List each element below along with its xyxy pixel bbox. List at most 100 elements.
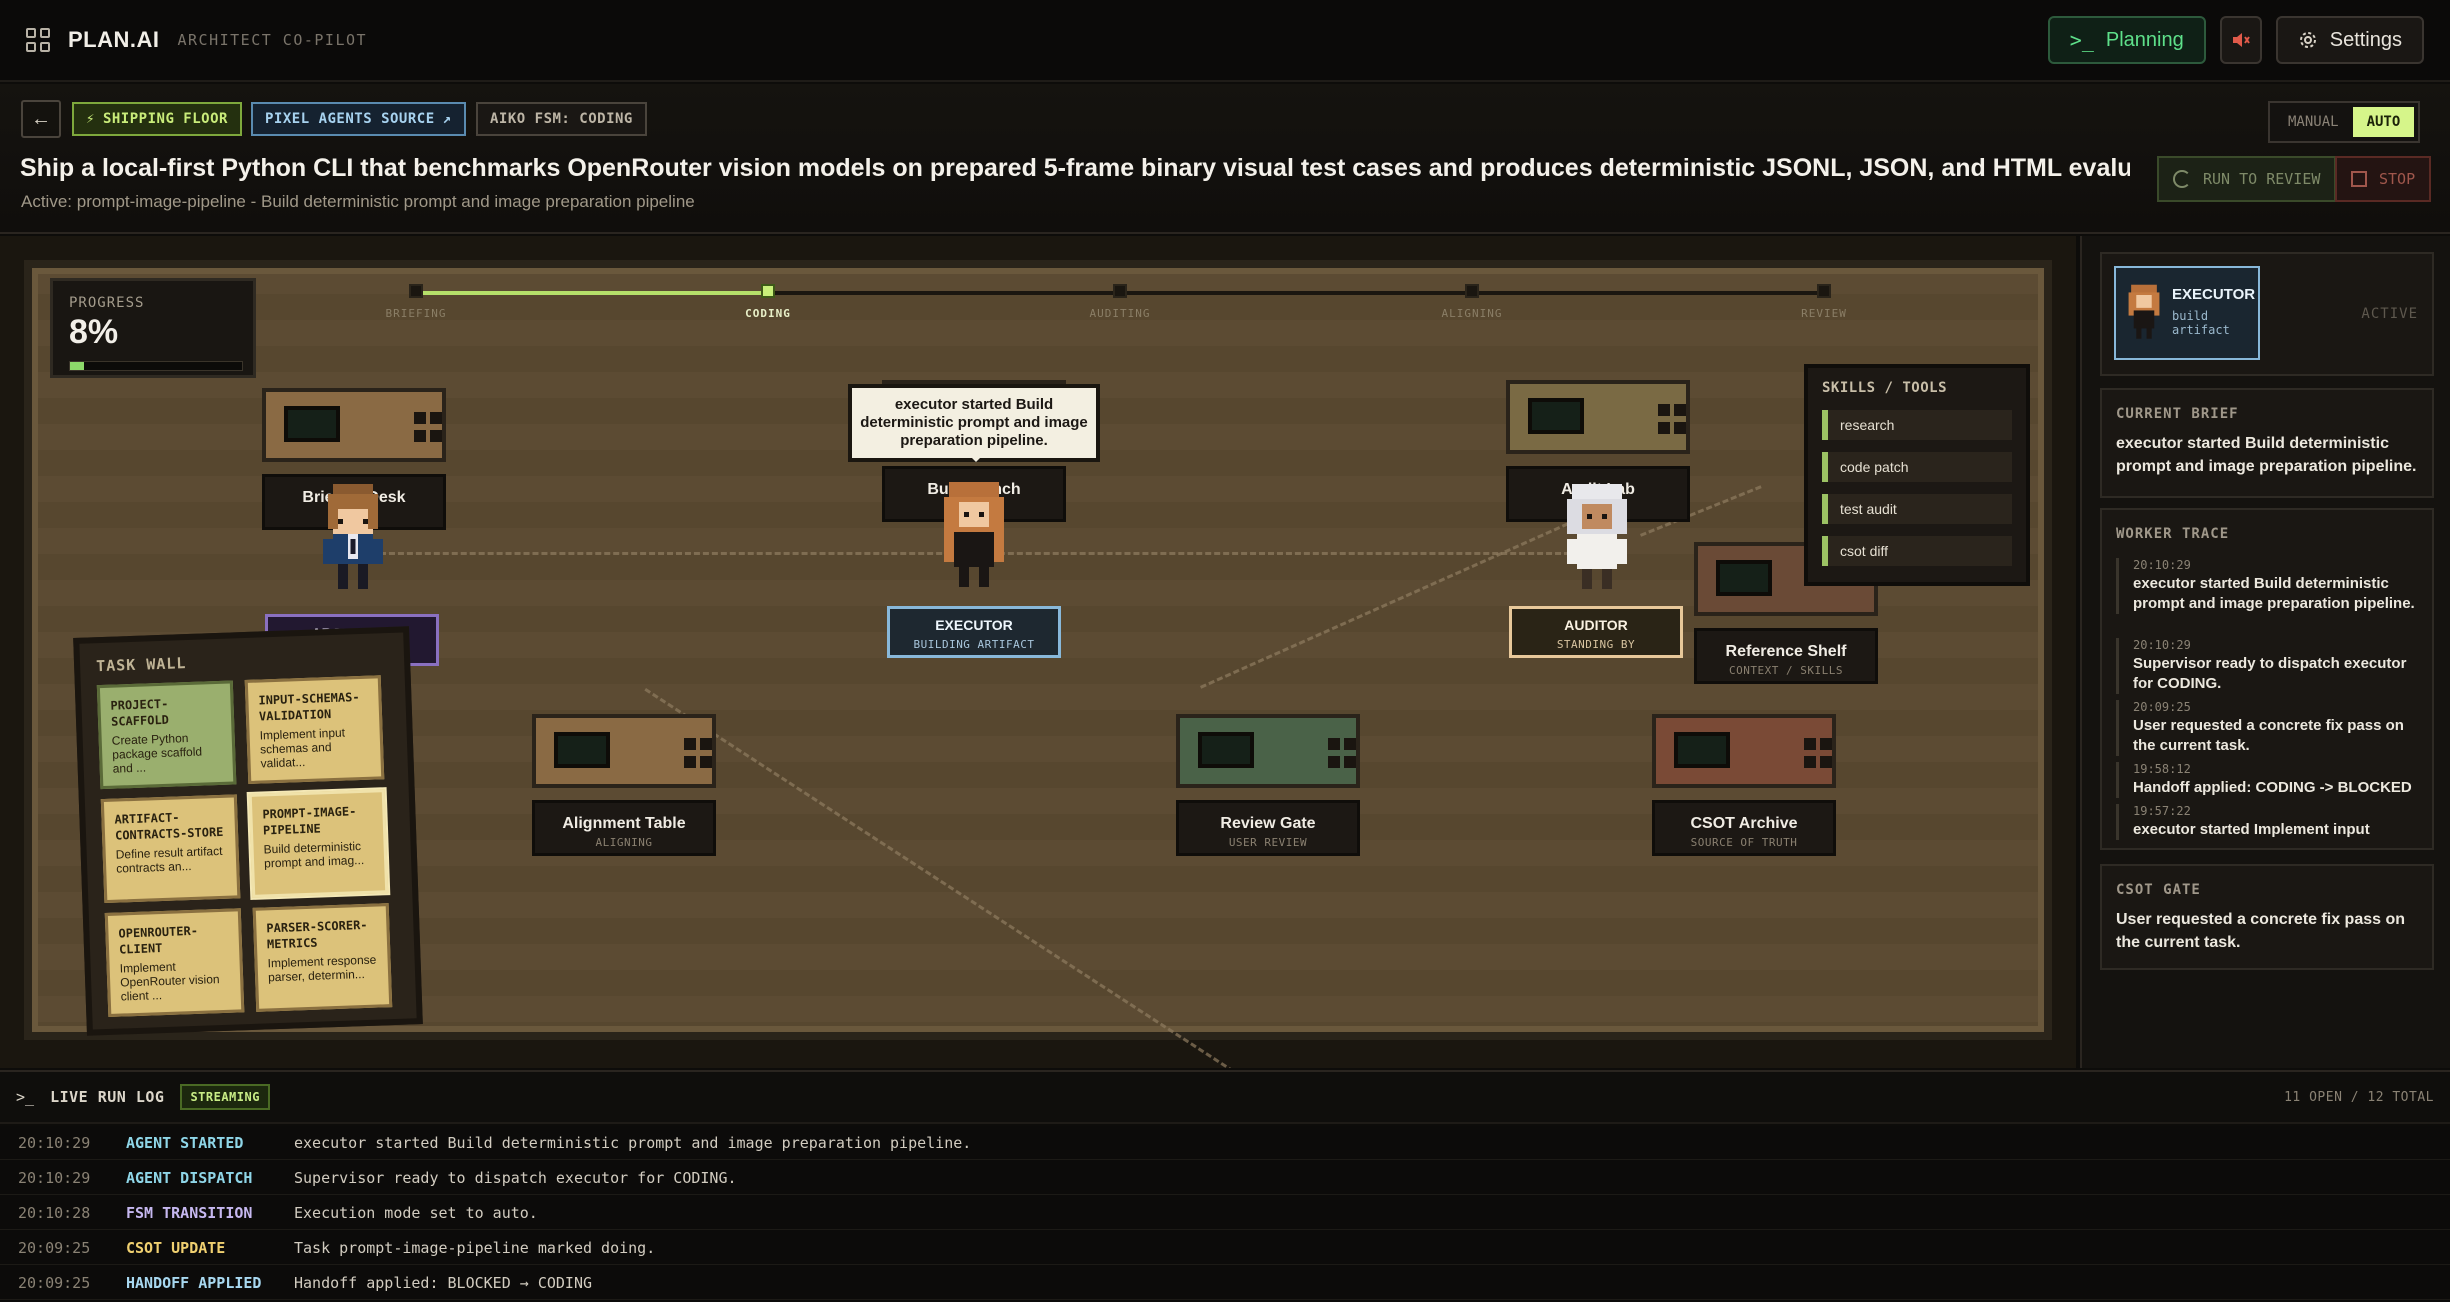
alignment-table-plate[interactable]: Alignment Table ALIGNING [532, 800, 716, 856]
architect-sprite[interactable] [318, 484, 388, 594]
skill-item[interactable]: code patch [1822, 452, 2012, 482]
skill-item[interactable]: research [1822, 410, 2012, 440]
auditor-sprite[interactable] [1562, 484, 1632, 594]
trace-text: User requested a concrete fix pass on th… [2133, 717, 2404, 754]
task-note[interactable]: ARTIFACT-CONTRACTS-STORE Define result ar… [100, 794, 241, 904]
skill-item[interactable]: test audit [1822, 494, 2012, 524]
active-agent-chip[interactable]: EXECUTOR build artifact [2114, 266, 2260, 360]
task-note-title: OPENROUTER-CLIENT [118, 923, 199, 957]
gear-icon [2299, 32, 2316, 48]
skill-item[interactable]: csot diff [1822, 536, 2012, 566]
speaker-muted-icon [2232, 33, 2250, 47]
run-to-review-button[interactable]: RUN TO REVIEW [2157, 156, 2337, 202]
planning-label: Planning [2105, 28, 2184, 51]
stage-label-briefing: BRIEFING [385, 307, 447, 320]
task-note[interactable]: INPUT-SCHEMAS-VALIDATION Implement input … [244, 675, 385, 784]
stage-label-review: REVIEW [1801, 307, 1847, 320]
progress-bar-fill [70, 362, 84, 370]
trace-time: 20:10:29 [2133, 638, 2191, 652]
trace-item: 19:58:12 Handoff applied: CODING -> BLOCK… [2116, 762, 2422, 798]
log-title: LIVE RUN LOG [50, 1088, 165, 1106]
trace-text: Handoff applied: CODING -> BLOCKED [2133, 779, 2412, 796]
current-brief-box: CURRENT BRIEF executor started Build det… [2100, 388, 2434, 498]
pixel-agents-source-link[interactable]: PIXEL AGENTS SOURCE ↗ [251, 102, 466, 136]
trace-item: 20:10:29 Supervisor ready to dispatch exe… [2116, 638, 2422, 694]
log-row: 20:09:25 CSOT UPDATE Task prompt-image-pip… [0, 1231, 2450, 1265]
active-agent-status: ACTIVE [2361, 306, 2418, 322]
csot-archive-model [1652, 714, 1836, 788]
review-gate-plate[interactable]: Review Gate USER REVIEW [1176, 800, 1360, 856]
stage-label-aligning: ALIGNING [1441, 307, 1503, 320]
executor-card[interactable]: EXECUTOR BUILDING ARTIFACT [887, 606, 1061, 658]
top-bar: PLAN.AI ARCHITECT CO-PILOT >_ Planning S… [0, 0, 2450, 82]
task-note-title: PARSER-SCORER-METRICS [266, 917, 368, 952]
executor-status: BUILDING ARTIFACT [913, 638, 1035, 651]
briefing-desk-model [262, 388, 446, 462]
current-brief-title: CURRENT BRIEF [2116, 406, 2239, 422]
execution-mode-toggle[interactable]: MANUAL AUTO [2268, 101, 2421, 143]
csot-archive-title: CSOT Archive [1690, 815, 1798, 832]
reference-shelf-title: Reference Shelf [1725, 643, 1847, 660]
shipping-floor-tag[interactable]: ⚡ SHIPPING FLOOR [72, 102, 242, 136]
review-gate-model [1176, 714, 1360, 788]
shipping-floor-label: SHIPPING FLOOR [102, 111, 228, 127]
back-button[interactable]: ← [21, 100, 61, 138]
log-event: FSM TRANSITION [126, 1203, 253, 1222]
worker-trace-title: WORKER TRACE [2116, 526, 2230, 542]
csot-gate-text: User requested a concrete fix pass on th… [2116, 911, 2405, 951]
task-note-desc: Implement input schemas and validat... [259, 725, 346, 771]
task-note[interactable]: PROJECT-SCAFFOLD Create Python package sc… [96, 680, 237, 790]
progress-value: 8% [69, 313, 119, 351]
log-header: >_ LIVE RUN LOG STREAMING 11 OPEN / 12 T… [0, 1070, 2450, 1124]
stage-label-auditing: AUDITING [1089, 307, 1151, 320]
trace-time: 19:57:22 [2133, 804, 2191, 818]
task-note[interactable]: OPENROUTER-CLIENT Implement OpenRouter vi… [104, 908, 245, 1017]
trace-text: executor started Implement input [2133, 821, 2370, 838]
review-gate-sub: USER REVIEW [1228, 836, 1308, 849]
auditor-card[interactable]: AUDITOR STANDING BY [1509, 606, 1683, 658]
stop-button[interactable]: STOP [2335, 156, 2432, 202]
mode-auto-option[interactable]: AUTO [2352, 107, 2415, 137]
task-note-desc: Create Python package scaffold and ... [111, 731, 203, 776]
stop-label: STOP [2379, 170, 2416, 188]
planning-button[interactable]: >_ Planning [2047, 16, 2206, 64]
log-row: 20:09:25 HANDOFF APPLIED Handoff applied: … [0, 1266, 2450, 1300]
spinner-icon [2173, 170, 2191, 188]
mission-header: ← ⚡ SHIPPING FLOOR PIXEL AGENTS SOURCE ↗… [0, 84, 2450, 234]
progress-label: PROGRESS [69, 295, 145, 311]
task-note-desc: Implement OpenRouter vision client ... [119, 959, 220, 1004]
trace-item: 19:57:22 executor started Implement input [2116, 804, 2422, 840]
mode-manual-option[interactable]: MANUAL [2274, 107, 2353, 137]
csot-archive-plate[interactable]: CSOT Archive SOURCE OF TRUTH [1652, 800, 1836, 856]
executor-sprite[interactable] [939, 482, 1009, 592]
trace-item: 20:09:25 User requested a concrete fix pa… [2116, 700, 2422, 756]
fsm-state-label: AIKO FSM: CODING [490, 111, 633, 127]
brand-name: PLAN.AI [68, 27, 160, 52]
brand-tagline: ARCHITECT CO-PILOT [177, 31, 368, 49]
stage-label-coding: CODING [745, 307, 791, 320]
trace-item: 20:10:29 executor started Build determini… [2116, 558, 2422, 614]
settings-button[interactable]: Settings [2275, 16, 2424, 64]
fsm-state-tag: AIKO FSM: CODING [476, 102, 647, 136]
stage-marker-auditing [1113, 284, 1127, 298]
log-event: AGENT DISPATCH [126, 1168, 253, 1187]
mute-button[interactable] [2219, 16, 2262, 64]
reference-shelf-plate[interactable]: Reference Shelf CONTEXT / SKILLS [1694, 628, 1878, 684]
log-row: 20:10:29 AGENT DISPATCH Supervisor ready t… [0, 1161, 2450, 1195]
apps-grid-icon[interactable] [26, 28, 50, 52]
task-note[interactable]: PARSER-SCORER-METRICS Implement response … [252, 903, 393, 1012]
log-time: 20:10:29 [18, 1133, 91, 1152]
live-run-log[interactable]: 20:10:29 AGENT STARTED executor started Bu… [0, 1126, 2450, 1302]
log-time: 20:09:25 [18, 1273, 91, 1292]
task-note-title: INPUT-SCHEMAS-VALIDATION [258, 690, 360, 724]
task-note[interactable]: PROMPT-IMAGE-PIPELINE Build deterministic… [248, 789, 389, 898]
trace-text: executor started Build deterministic pro… [2133, 575, 2415, 612]
auditor-status: STANDING BY [1556, 638, 1636, 651]
current-brief-text: executor started Build deterministic pro… [2116, 435, 2417, 475]
task-note-desc: Build deterministic prompt and imag... [263, 839, 365, 871]
log-event: CSOT UPDATE [126, 1238, 226, 1257]
log-time: 20:09:25 [18, 1238, 91, 1257]
streaming-badge: STREAMING [180, 1084, 270, 1110]
log-row: 20:10:29 AGENT STARTED executor started Bu… [0, 1126, 2450, 1160]
executor-title: EXECUTOR [935, 617, 1013, 633]
